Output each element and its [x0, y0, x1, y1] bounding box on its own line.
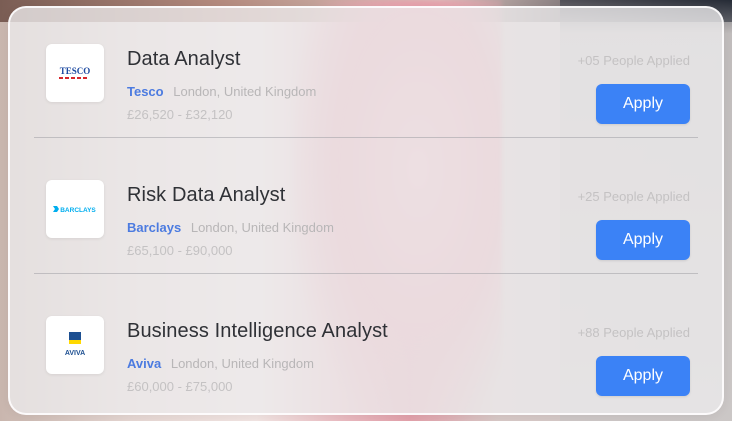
barclays-logo-icon: BARCLAYS	[53, 206, 96, 214]
row-divider	[34, 273, 698, 274]
svg-text:AVIVA: AVIVA	[65, 350, 85, 357]
company-logo: BARCLAYS	[46, 180, 104, 238]
svg-text:BARCLAYS: BARCLAYS	[60, 207, 96, 214]
job-location: London, United Kingdom	[190, 220, 334, 235]
job-title[interactable]: Data Analyst	[127, 48, 241, 71]
applicants-count: +25 People Applied	[577, 189, 690, 204]
company-link[interactable]: Barclays	[127, 220, 181, 235]
job-title[interactable]: Risk Data Analyst	[127, 184, 285, 207]
company-logo: TESCO	[46, 44, 104, 102]
svg-text:TESCO: TESCO	[60, 66, 91, 76]
job-list-card: TESCO Data Analyst Tesco London, United …	[8, 6, 724, 415]
aviva-logo-icon: AVIVA	[65, 332, 85, 357]
company-link[interactable]: Tesco	[127, 84, 164, 99]
job-row: AVIVA Business Intelligence Analyst Aviv…	[10, 280, 722, 410]
company-logo: AVIVA	[46, 316, 104, 374]
job-title[interactable]: Business Intelligence Analyst	[127, 320, 388, 343]
company-link[interactable]: Aviva	[127, 356, 161, 371]
job-salary: £26,520 - £32,120	[127, 107, 233, 122]
row-divider	[34, 137, 698, 138]
apply-button[interactable]: Apply	[596, 356, 690, 396]
job-meta: Aviva London, United Kingdom	[127, 356, 314, 371]
job-location: London, United Kingdom	[170, 356, 314, 371]
applicants-count: +88 People Applied	[577, 325, 690, 340]
job-meta: Barclays London, United Kingdom	[127, 220, 334, 235]
job-row: BARCLAYS Risk Data Analyst Barclays Lond…	[10, 144, 722, 274]
apply-button[interactable]: Apply	[596, 220, 690, 260]
job-meta: Tesco London, United Kingdom	[127, 84, 316, 99]
job-location: London, United Kingdom	[173, 84, 317, 99]
job-row: TESCO Data Analyst Tesco London, United …	[10, 8, 722, 138]
job-salary: £65,100 - £90,000	[127, 243, 233, 258]
applicants-count: +05 People Applied	[577, 53, 690, 68]
background-photo: TESCO Data Analyst Tesco London, United …	[0, 0, 732, 421]
tesco-logo-icon: TESCO	[59, 66, 91, 79]
job-salary: £60,000 - £75,000	[127, 379, 233, 394]
apply-button[interactable]: Apply	[596, 84, 690, 124]
